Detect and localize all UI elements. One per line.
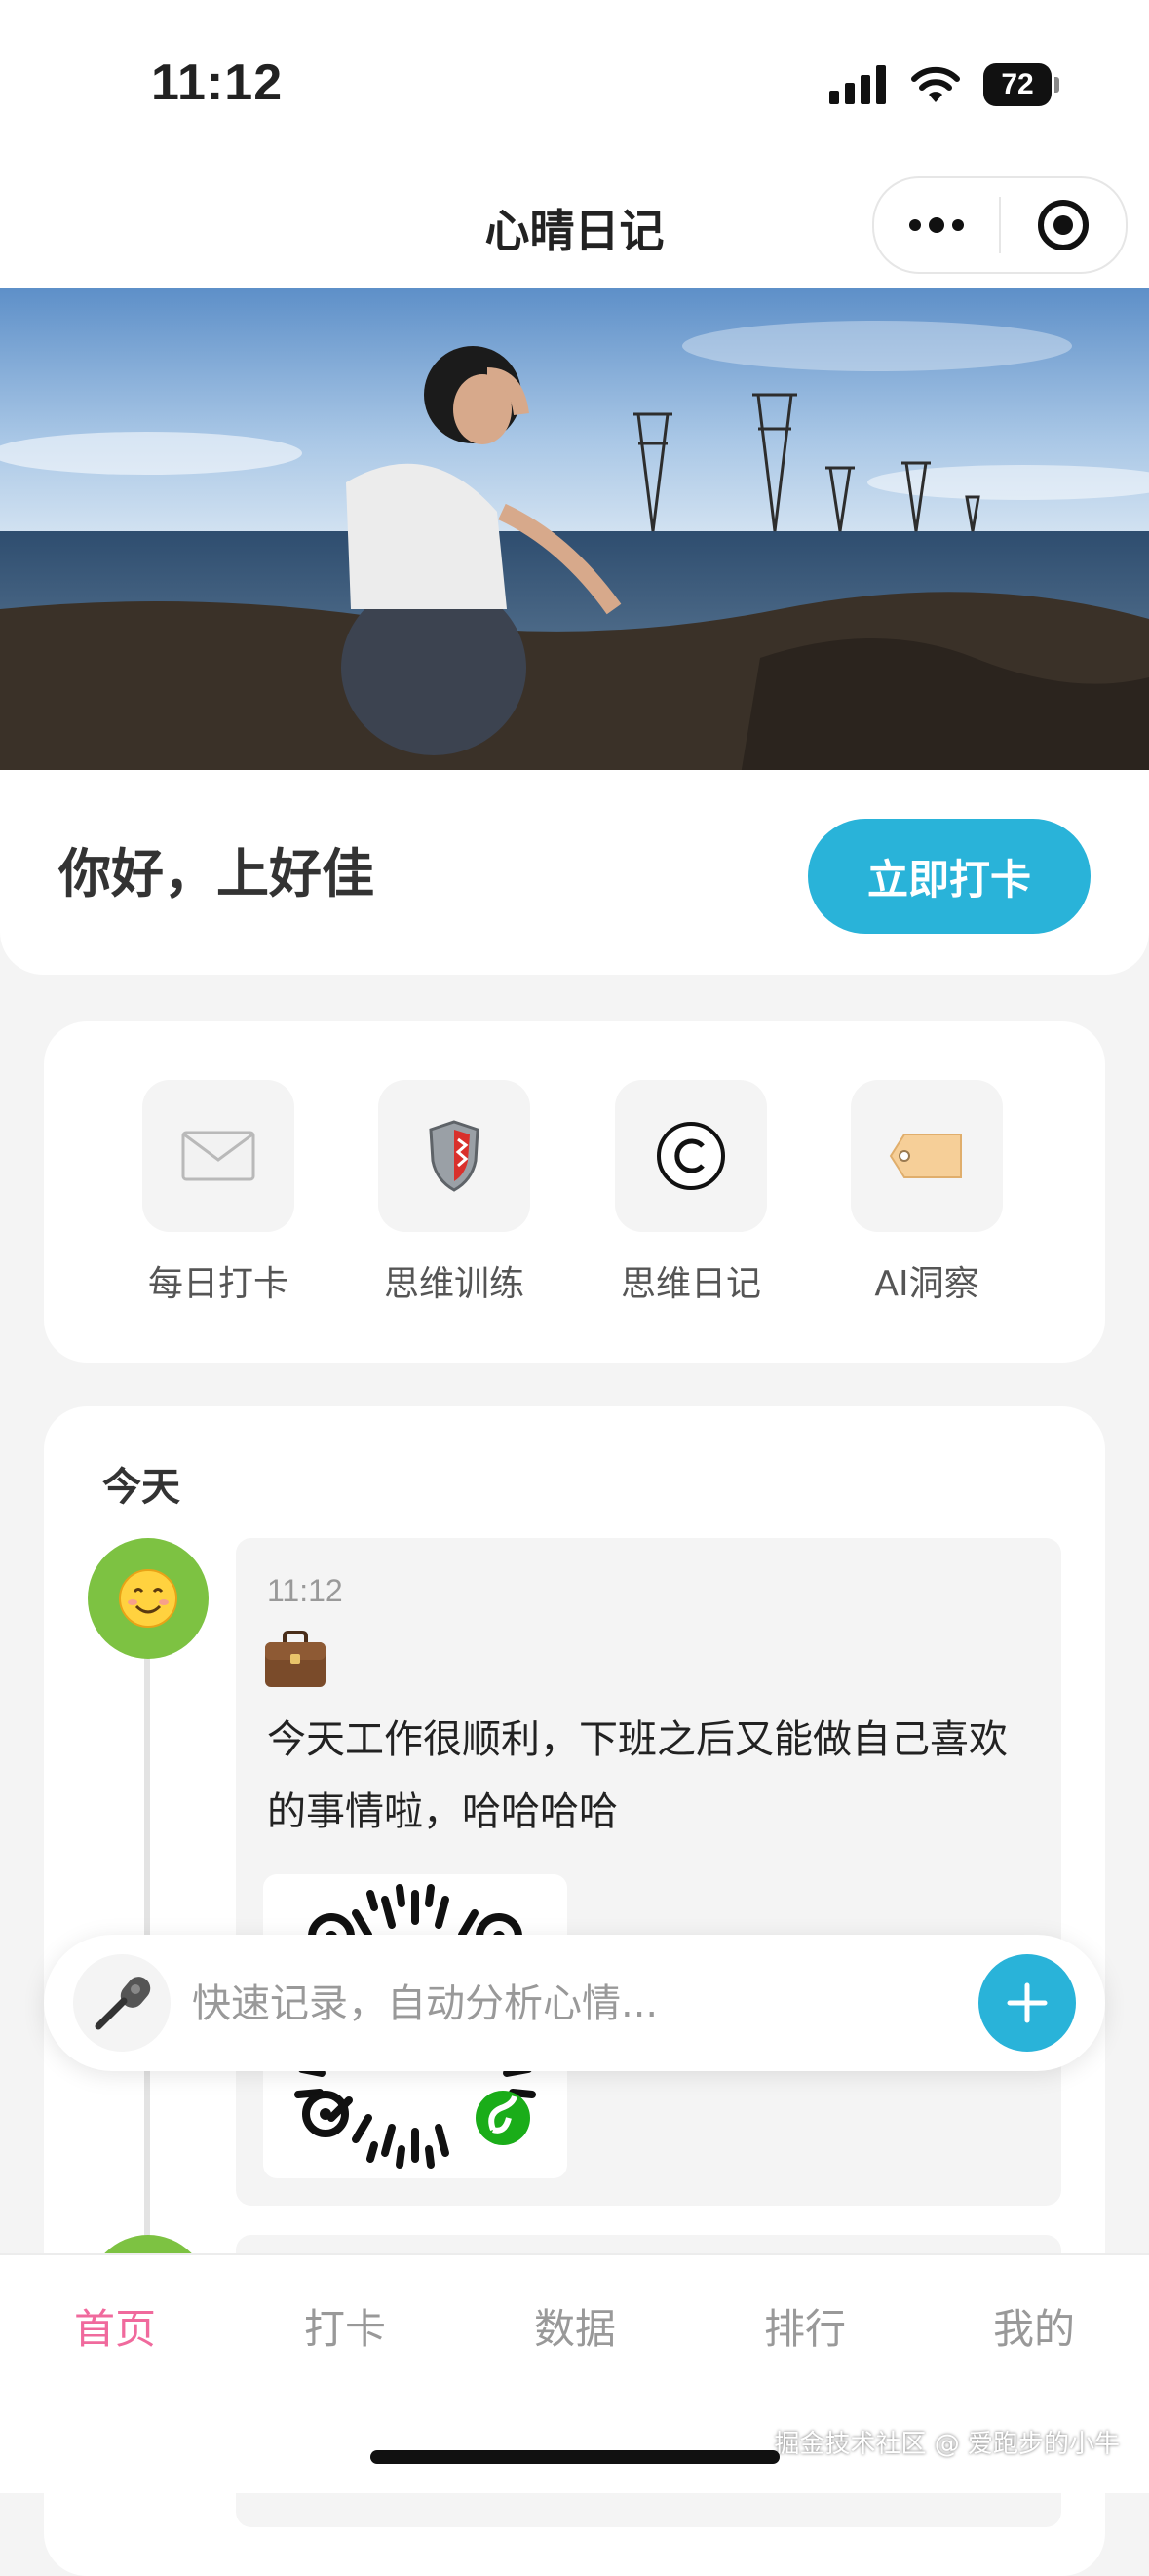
status-bar: 11:12 72 [0, 0, 1149, 171]
voice-record-button[interactable] [73, 1954, 171, 2052]
shortcut-icon-box [378, 1080, 530, 1232]
entry-text: 今天工作很顺利，下班之后又能做自己喜欢的事情啦，哈哈哈哈 [267, 1717, 1008, 1834]
shortcut-icon-box [851, 1080, 1003, 1232]
status-icons: 72 [829, 60, 1059, 109]
watermark-text: 掘金技术社区 @ 爱跑步的小牛 [774, 2430, 1120, 2459]
battery-icon: 72 [983, 63, 1059, 106]
shortcut-icon-box [142, 1080, 294, 1232]
shield-icon [429, 1120, 479, 1192]
checkin-now-button[interactable]: 立即打卡 [808, 819, 1091, 934]
plus-icon [1007, 1982, 1048, 2023]
diary-entry[interactable]: 11:12 今天工作很顺利，下班之后又能做自己喜欢的事情啦，哈哈哈哈 [236, 1538, 1061, 2206]
shortcut-daily-checkin[interactable]: 每日打卡 [121, 1080, 316, 1306]
briefcase-icon [263, 1631, 327, 1693]
status-time: 11:12 [151, 55, 284, 111]
record-target-icon [1038, 200, 1089, 250]
tab-home[interactable]: 首页 [0, 2296, 230, 2356]
microphone-icon [95, 1977, 151, 2030]
banner-image [0, 288, 1149, 775]
add-record-button[interactable] [978, 1954, 1076, 2052]
tab-ranking[interactable]: 排行 [690, 2296, 920, 2356]
wifi-icon [911, 66, 960, 102]
copyright-icon [657, 1122, 725, 1190]
quick-record-bar [44, 1935, 1105, 2071]
shortcut-thinking-diary[interactable]: 思维日记 [594, 1080, 788, 1306]
quick-record-input[interactable] [190, 1964, 993, 2044]
tab-data[interactable]: 数据 [460, 2296, 690, 2356]
shortcut-icon-box [615, 1080, 767, 1232]
shortcut-label: 思维日记 [620, 1264, 761, 1304]
shortcut-ai-insight[interactable]: AI洞察 [829, 1080, 1024, 1306]
tag-icon [889, 1134, 962, 1178]
tab-me[interactable]: 我的 [919, 2296, 1149, 2356]
cellular-signal-icon [829, 65, 886, 104]
more-button[interactable] [874, 178, 999, 272]
shortcut-label: AI洞察 [874, 1264, 979, 1304]
home-indicator [370, 2450, 780, 2464]
mini-program-capsule [872, 176, 1128, 274]
shortcut-label: 每日打卡 [147, 1264, 288, 1304]
mood-avatar [88, 1538, 209, 1659]
smiling-face-icon [119, 1569, 177, 1628]
shortcut-label: 思维训练 [383, 1264, 524, 1304]
more-dots-icon [909, 217, 964, 233]
shortcut-grid: 每日打卡 思维训练 思维日记 AI洞察 [44, 1021, 1105, 1363]
greeting-text: 你好，上好佳 [58, 843, 374, 904]
tab-checkin[interactable]: 打卡 [230, 2296, 460, 2356]
shortcut-thinking-training[interactable]: 思维训练 [357, 1080, 552, 1306]
timeline-section-title: 今天 [102, 1465, 180, 1510]
envelope-icon [181, 1131, 255, 1181]
greeting-card: 你好，上好佳 立即打卡 [0, 770, 1149, 975]
close-miniprogram-button[interactable] [1001, 178, 1126, 272]
nav-bar: 心晴日记 [0, 171, 1149, 288]
entry-time: 11:12 [267, 1573, 343, 1608]
